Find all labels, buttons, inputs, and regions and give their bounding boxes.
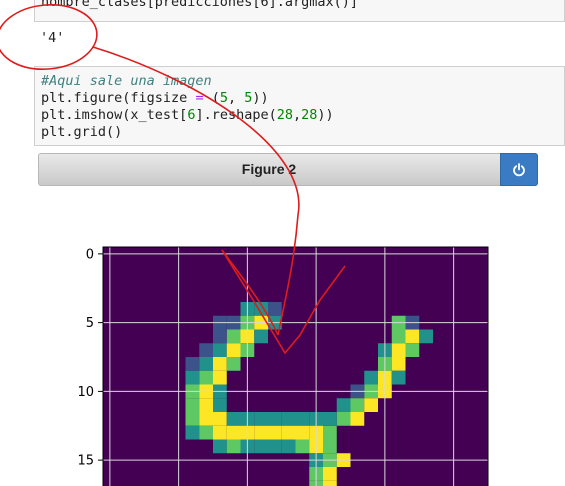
image-pixel [213, 329, 227, 344]
image-pixel [199, 398, 213, 412]
image-pixel [281, 439, 296, 454]
image-pixel [213, 412, 227, 426]
image-pixel [254, 425, 268, 440]
y-tick-label: 5 [86, 316, 94, 331]
image-pixel [268, 425, 282, 440]
image-pixel [199, 425, 213, 440]
image-pixel [350, 398, 365, 412]
image-pixel [295, 439, 310, 454]
image-pixel [226, 412, 241, 426]
y-tick-label: 15 [77, 454, 94, 469]
image-pixel [185, 357, 200, 371]
image-pixel [185, 370, 200, 385]
image-pixel [226, 425, 241, 440]
image-pixel [336, 398, 351, 412]
image-pixel [199, 370, 213, 385]
image-pixel [391, 370, 406, 385]
image-pixel [185, 398, 200, 412]
image-pixel [199, 357, 213, 371]
figure-canvas: 0 5 10 15 [0, 4, 489, 486]
image-pixel [254, 329, 268, 344]
image-pixel [254, 439, 268, 454]
image-pixel [213, 398, 227, 412]
image-pixel [213, 343, 227, 357]
image-pixel [213, 439, 227, 454]
image-pixel [213, 357, 227, 371]
image-pixel [268, 302, 282, 316]
image-pixel [323, 412, 337, 426]
image-pixel [323, 480, 337, 486]
image-pixel [323, 425, 337, 440]
image-pixel [226, 357, 241, 371]
image-pixel [295, 412, 310, 426]
image-pixel [226, 329, 241, 344]
image-pixel [323, 439, 337, 454]
image-pixel [226, 439, 241, 454]
image-pixel [405, 343, 420, 357]
imshow-image [103, 247, 488, 486]
image-pixel [405, 329, 420, 344]
image-pixel [364, 398, 378, 412]
y-tick-label: 0 [86, 247, 94, 262]
image-pixel [419, 329, 433, 344]
image-pixel [350, 412, 365, 426]
image-pixel [268, 412, 282, 426]
image-pixel [268, 439, 282, 454]
image-pixel [391, 357, 406, 371]
image-pixel [323, 467, 337, 481]
image-pixel [213, 370, 227, 385]
image-pixel [364, 370, 378, 385]
image-pixel [281, 412, 296, 426]
image-pixel [295, 425, 310, 440]
image-pixel [199, 412, 213, 426]
image-pixel [213, 425, 227, 440]
image-pixel [391, 343, 406, 357]
image-pixel [185, 425, 200, 440]
image-pixel [185, 412, 200, 426]
y-tick-label: 10 [77, 385, 94, 400]
image-pixel [199, 343, 213, 357]
image-pixel [391, 329, 406, 344]
annotation-circle [0, 4, 98, 70]
image-pixel [281, 425, 296, 440]
image-pixel [254, 412, 268, 426]
image-pixel [336, 412, 351, 426]
image-pixel [226, 343, 241, 357]
